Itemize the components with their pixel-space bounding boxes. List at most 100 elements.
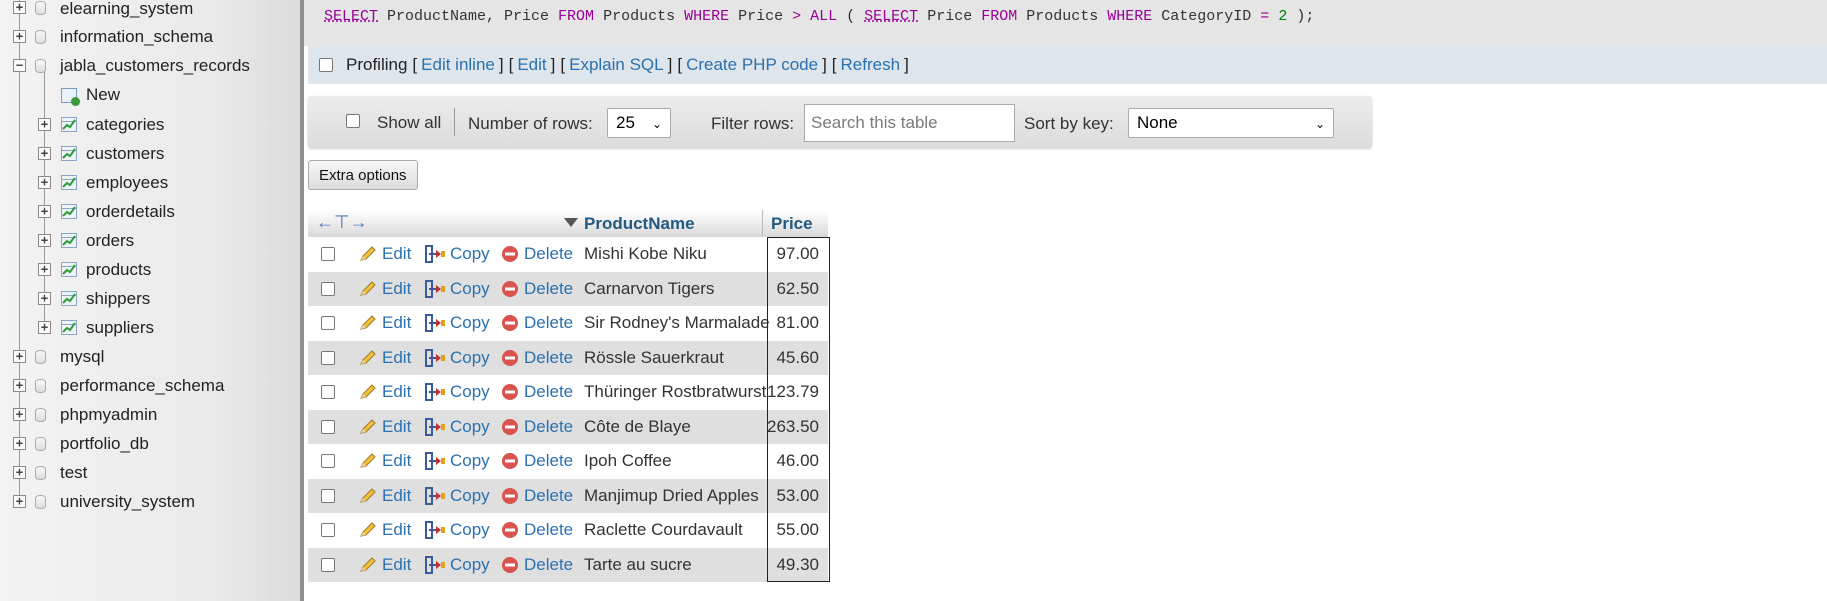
filter-rows-input[interactable]: Search this table <box>804 104 1015 142</box>
cell-price[interactable]: 62.50 <box>765 279 819 299</box>
delete-row-link[interactable]: Delete <box>524 279 573 299</box>
delete-row-link[interactable]: Delete <box>524 313 573 333</box>
tree-table-label[interactable]: suppliers <box>86 318 154 338</box>
edit-row-link[interactable]: Edit <box>382 520 411 540</box>
cell-price[interactable]: 49.30 <box>765 555 819 575</box>
expand-plus-icon[interactable]: + <box>38 234 51 247</box>
copy-row-link[interactable]: Copy <box>450 382 490 402</box>
edit-row-link[interactable]: Edit <box>382 486 411 506</box>
delete-row-link[interactable]: Delete <box>524 520 573 540</box>
row-checkbox[interactable] <box>321 350 335 365</box>
cell-productname[interactable]: Manjimup Dried Apples <box>584 486 759 506</box>
cell-price[interactable]: 46.00 <box>765 451 819 471</box>
pencil-icon[interactable] <box>358 349 378 372</box>
column-header-price[interactable]: Price <box>771 214 813 234</box>
tree-db-label[interactable]: mysql <box>60 347 104 367</box>
row-checkbox[interactable] <box>321 454 335 468</box>
edit-inline-link[interactable]: Edit inline <box>421 55 495 75</box>
copy-icon[interactable] <box>424 314 446 337</box>
show-all-label[interactable]: Show all <box>377 113 441 133</box>
tree-db-label[interactable]: test <box>60 463 87 483</box>
edit-row-link[interactable]: Edit <box>382 279 411 299</box>
copy-icon[interactable] <box>424 417 446 441</box>
tree-db-label[interactable]: phpmyadmin <box>60 405 157 425</box>
delete-row-link[interactable]: Delete <box>524 417 573 437</box>
pencil-icon[interactable] <box>358 314 378 337</box>
delete-row-link[interactable]: Delete <box>524 555 573 575</box>
delete-row-link[interactable]: Delete <box>524 382 573 402</box>
tree-db-label[interactable]: information_schema <box>60 27 213 47</box>
copy-row-link[interactable]: Copy <box>450 555 490 575</box>
edit-row-link[interactable]: Edit <box>382 313 411 333</box>
tree-table-label[interactable]: employees <box>86 173 168 193</box>
cell-price[interactable]: 55.00 <box>765 520 819 540</box>
row-checkbox[interactable] <box>321 557 335 572</box>
row-checkbox[interactable] <box>321 316 335 330</box>
tree-table-label[interactable]: orderdetails <box>86 202 175 222</box>
column-resize-arrows-icon[interactable]: ←⊤→ <box>316 212 368 233</box>
edit-link[interactable]: Edit <box>517 55 546 75</box>
tree-table-label[interactable]: shippers <box>86 289 150 309</box>
expand-plus-icon[interactable]: + <box>13 437 26 450</box>
row-checkbox[interactable] <box>321 247 335 261</box>
copy-row-link[interactable]: Copy <box>450 486 490 506</box>
row-checkbox[interactable] <box>321 488 335 503</box>
expand-plus-icon[interactable]: + <box>13 495 26 508</box>
copy-row-link[interactable]: Copy <box>450 244 490 264</box>
tree-db-label[interactable]: university_system <box>60 492 195 512</box>
edit-row-link[interactable]: Edit <box>382 555 411 575</box>
pencil-icon[interactable] <box>358 452 378 475</box>
tree-table-label[interactable]: orders <box>86 231 134 251</box>
row-checkbox[interactable] <box>321 281 335 296</box>
delete-icon[interactable] <box>501 487 519 510</box>
expand-plus-icon[interactable]: + <box>38 321 51 334</box>
row-checkbox[interactable] <box>321 385 335 399</box>
copy-icon[interactable] <box>424 348 446 372</box>
tree-db-label[interactable]: performance_schema <box>60 376 224 396</box>
expand-plus-icon[interactable]: + <box>13 408 26 421</box>
profiling-checkbox[interactable] <box>319 58 333 72</box>
tree-new-label[interactable]: New <box>86 85 120 105</box>
copy-row-link[interactable]: Copy <box>450 348 490 368</box>
tree-db-label[interactable]: jabla_customers_records <box>60 56 250 76</box>
pencil-icon[interactable] <box>358 383 378 406</box>
pencil-icon[interactable] <box>358 487 378 510</box>
delete-icon[interactable] <box>501 418 519 441</box>
copy-icon[interactable] <box>424 245 446 268</box>
delete-icon[interactable] <box>501 349 519 372</box>
cell-price[interactable]: 45.60 <box>765 348 819 368</box>
edit-row-link[interactable]: Edit <box>382 417 411 437</box>
copy-row-link[interactable]: Copy <box>450 520 490 540</box>
pencil-icon[interactable] <box>358 245 378 268</box>
cell-productname[interactable]: Carnarvon Tigers <box>584 279 714 299</box>
copy-row-link[interactable]: Copy <box>450 279 490 299</box>
cell-price[interactable]: 97.00 <box>765 244 819 264</box>
cell-productname[interactable]: Sir Rodney's Marmalade <box>584 313 770 333</box>
edit-row-link[interactable]: Edit <box>382 244 411 264</box>
expand-plus-icon[interactable]: + <box>38 147 51 160</box>
expand-plus-icon[interactable]: + <box>38 118 51 131</box>
expand-plus-icon[interactable]: + <box>13 379 26 392</box>
extra-options-button[interactable]: Extra options <box>308 160 418 190</box>
sort-by-key-select[interactable]: None ⌄ <box>1128 108 1334 138</box>
expand-plus-icon[interactable]: + <box>13 466 26 479</box>
cell-productname[interactable]: Tarte au sucre <box>584 555 692 575</box>
pencil-icon[interactable] <box>358 280 378 303</box>
edit-row-link[interactable]: Edit <box>382 451 411 471</box>
copy-row-link[interactable]: Copy <box>450 313 490 333</box>
rows-per-page-select[interactable]: 25 ⌄ <box>607 108 671 138</box>
refresh-link[interactable]: Refresh <box>841 55 901 75</box>
delete-row-link[interactable]: Delete <box>524 486 573 506</box>
delete-icon[interactable] <box>501 521 519 544</box>
delete-row-link[interactable]: Delete <box>524 451 573 471</box>
expand-plus-icon[interactable]: + <box>13 350 26 363</box>
cell-productname[interactable]: Mishi Kobe Niku <box>584 244 707 264</box>
cell-productname[interactable]: Ipoh Coffee <box>584 451 672 471</box>
show-all-checkbox[interactable] <box>346 114 360 128</box>
pencil-icon[interactable] <box>358 521 378 544</box>
cell-price[interactable]: 263.50 <box>765 417 819 437</box>
cell-price[interactable]: 123.79 <box>765 382 819 402</box>
delete-row-link[interactable]: Delete <box>524 348 573 368</box>
delete-icon[interactable] <box>501 556 519 579</box>
column-options-dropdown-icon[interactable] <box>564 218 578 227</box>
